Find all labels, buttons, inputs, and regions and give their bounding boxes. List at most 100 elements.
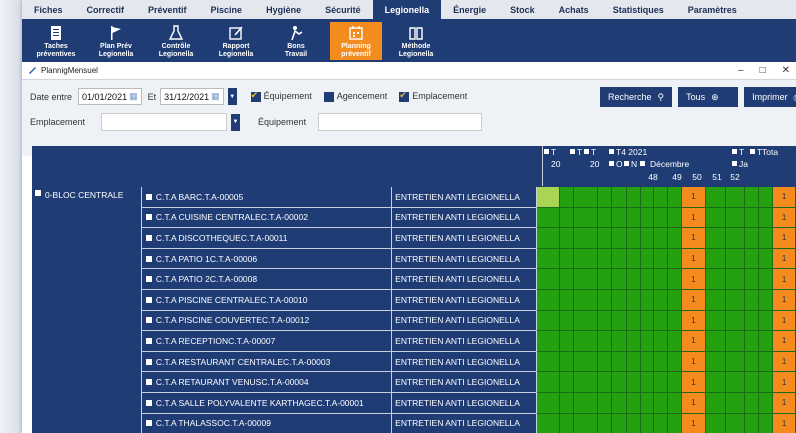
planning-count-cell[interactable]: 1 [773, 372, 796, 393]
planning-cell[interactable] [725, 310, 746, 332]
planning-cell[interactable] [626, 269, 641, 290]
planning-cell[interactable] [598, 289, 612, 311]
emplacement-checkbox[interactable]: Emplacement [399, 90, 467, 102]
planning-cell[interactable] [626, 248, 641, 270]
planning-cell[interactable] [668, 351, 683, 373]
toolbar-button-plan-pr-v[interactable]: Plan Prév Legionella [90, 22, 142, 60]
emplacement-dropdown-arrow[interactable]: ▼ [231, 113, 241, 131]
planning-cell[interactable] [668, 310, 683, 332]
equipment-cell[interactable]: C.T.A THALASSOC.T.A-00009 [140, 413, 393, 433]
equipment-cell[interactable]: C.T.A CUISINE CENTRALEC.T.A-00002 [140, 207, 393, 229]
expand-toggle-icon[interactable] [145, 234, 152, 241]
planning-cell[interactable] [626, 187, 641, 208]
planning-cell[interactable] [725, 331, 746, 352]
planning-cell[interactable] [574, 269, 598, 290]
menu-item-statistiques[interactable]: Statistiques [601, 0, 676, 19]
planning-cell[interactable] [654, 248, 669, 270]
planning-cell[interactable] [626, 228, 641, 249]
planning-cell[interactable] [745, 351, 760, 373]
planning-cell[interactable] [705, 331, 726, 352]
planning-cell[interactable] [611, 248, 627, 270]
toolbar-button-m-thode[interactable]: Méthode Legionella [390, 22, 442, 60]
table-row[interactable]: C.T.A PATIO 2C.T.A-00008 ENTRETIEN ANTI L… [32, 269, 796, 290]
equipment-cell[interactable]: C.T.A RESTAURANT CENTRALEC.T.A-00003 [140, 351, 393, 373]
planning-cell[interactable] [654, 310, 669, 332]
planning-cell[interactable] [668, 413, 683, 433]
planning-cell[interactable] [745, 187, 760, 208]
table-row[interactable]: 0-BLOC CENTRALE C.T.A BARC.T.A-00005 ENTRE… [32, 187, 796, 208]
agencement-checkbox[interactable]: Agencement [323, 91, 387, 102]
planning-cell[interactable] [536, 392, 561, 414]
expand-toggle-icon[interactable] [145, 296, 152, 303]
menu-item-param-tres[interactable]: Paramètres [676, 0, 749, 19]
table-row[interactable]: C.T.A PISCINE CENTRALEC.T.A-00010 ENTRETI… [32, 289, 796, 311]
menu-item-achats[interactable]: Achats [547, 0, 601, 19]
planning-cell[interactable] [626, 413, 641, 433]
planning-cell[interactable] [611, 351, 627, 373]
imprimer-button[interactable]: Imprimer ⎙ [744, 87, 796, 107]
planning-count-cell[interactable]: 1 [773, 269, 796, 290]
planning-count-cell[interactable]: 1 [682, 207, 706, 229]
planning-cell[interactable] [560, 351, 575, 373]
planning-cell[interactable] [536, 351, 561, 373]
planning-cell[interactable] [598, 228, 612, 249]
planning-count-cell[interactable]: 1 [682, 351, 706, 373]
menu-item-fiches[interactable]: Fiches [22, 0, 75, 19]
planning-cell[interactable] [560, 392, 575, 414]
table-row[interactable]: C.T.A DISCOTHEQUEC.T.A-00011 ENTRETIEN AN… [32, 228, 796, 249]
planning-cell[interactable] [640, 392, 655, 414]
toolbar-button-taches[interactable]: Taches préventives [30, 22, 82, 60]
planning-cell[interactable] [640, 207, 655, 229]
planning-cell[interactable] [574, 248, 598, 270]
date-from-field[interactable]: 01/01/2021 ▦ [78, 88, 142, 105]
table-row[interactable]: C.T.A RECEPTIONC.T.A-00007 ENTRETIEN ANTI… [32, 331, 796, 352]
planning-cell[interactable] [598, 207, 612, 229]
planning-cell[interactable] [759, 413, 774, 433]
planning-cell[interactable] [759, 269, 774, 290]
planning-cell[interactable] [626, 392, 641, 414]
planning-cell[interactable] [725, 248, 746, 270]
planning-cell[interactable] [654, 207, 669, 229]
planning-cell[interactable] [759, 228, 774, 249]
recherche-button[interactable]: Recherche ⚲ [600, 87, 673, 107]
planning-count-cell[interactable]: 1 [773, 248, 796, 270]
planning-cell[interactable] [598, 392, 612, 414]
planning-cell[interactable] [725, 372, 746, 393]
planning-cell[interactable] [725, 187, 746, 208]
planning-cell[interactable] [640, 372, 655, 393]
expand-toggle-icon[interactable] [145, 214, 152, 221]
planning-count-cell[interactable]: 1 [682, 310, 706, 332]
planning-cell[interactable] [536, 413, 561, 433]
planning-cell[interactable] [668, 269, 683, 290]
planning-cell[interactable] [654, 413, 669, 433]
planning-count-cell[interactable]: 1 [682, 372, 706, 393]
task-cell[interactable]: ENTRETIEN ANTI LEGIONELLA [392, 413, 537, 433]
planning-cell[interactable] [705, 207, 726, 229]
equipment-cell[interactable]: C.T.A PATIO 2C.T.A-00008 [140, 269, 393, 290]
planning-cell[interactable] [598, 331, 612, 352]
planning-count-cell[interactable]: 1 [773, 331, 796, 352]
expand-toggle-icon[interactable] [145, 358, 152, 365]
planning-count-cell[interactable]: 1 [682, 392, 706, 414]
planning-cell[interactable] [654, 331, 669, 352]
planning-cell[interactable] [745, 392, 760, 414]
planning-cell[interactable] [574, 351, 598, 373]
table-row[interactable]: C.T.A THALASSOC.T.A-00009 ENTRETIEN ANTI … [32, 413, 796, 433]
date-to-field[interactable]: 31/12/2021 ▦ [160, 88, 224, 105]
planning-cell[interactable] [705, 269, 726, 290]
planning-cell[interactable] [725, 269, 746, 290]
menu-item-stock[interactable]: Stock [498, 0, 547, 19]
expand-toggle-icon[interactable] [145, 337, 152, 344]
expand-toggle-icon[interactable] [145, 317, 152, 324]
planning-cell[interactable] [654, 187, 669, 208]
planning-cell[interactable] [759, 372, 774, 393]
equipment-cell[interactable]: C.T.A RECEPTIONC.T.A-00007 [140, 331, 393, 352]
planning-cell[interactable] [560, 413, 575, 433]
planning-cell[interactable] [745, 228, 760, 249]
planning-cell[interactable] [560, 331, 575, 352]
planning-cell[interactable] [598, 187, 612, 208]
planning-cell[interactable] [640, 228, 655, 249]
planning-cell[interactable] [640, 187, 655, 208]
planning-count-cell[interactable]: 1 [773, 187, 796, 208]
planning-count-cell[interactable]: 1 [773, 413, 796, 433]
